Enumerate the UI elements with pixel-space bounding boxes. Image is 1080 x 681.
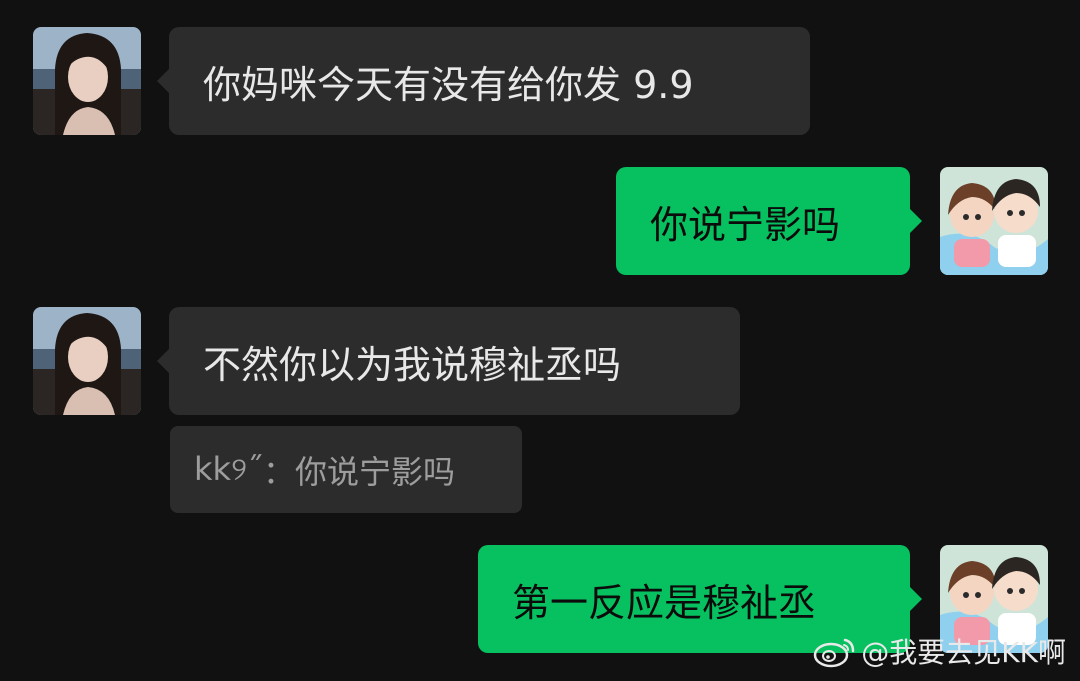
message-text: 不然你以为我说穆祉丞吗: [203, 342, 622, 387]
message-bubble-incoming[interactable]: 你妈咪今天有没有给你发 9.9: [169, 27, 810, 135]
message-bubble-incoming[interactable]: 不然你以为我说穆祉丞吗: [169, 307, 740, 415]
anime-couple-avatar-icon: [940, 167, 1048, 275]
message-text: 你说宁影吗: [650, 202, 841, 247]
user-avatar[interactable]: [940, 167, 1048, 275]
quote-text: 你说宁影吗: [295, 452, 456, 491]
message-text: 第一反应是穆祉丞: [512, 580, 817, 625]
message-bubble-outgoing[interactable]: 你说宁影吗: [616, 167, 910, 275]
quoted-message[interactable]: kk୨˝ ： 你说宁影吗: [170, 426, 522, 513]
message-text: 你妈咪今天有没有给你发 9.9: [203, 62, 694, 107]
quote-author: kk୨˝: [194, 450, 263, 488]
watermark: @我要去见KK啊: [811, 631, 1066, 671]
weibo-logo-icon: [814, 638, 855, 668]
watermark-text: @我要去见KK啊: [861, 636, 1066, 669]
contact-avatar[interactable]: [33, 27, 141, 135]
contact-avatar[interactable]: [33, 307, 141, 415]
quote-separator: ：: [263, 452, 296, 491]
girl-photo-avatar-icon: [33, 307, 141, 415]
girl-photo-avatar-icon: [33, 27, 141, 135]
